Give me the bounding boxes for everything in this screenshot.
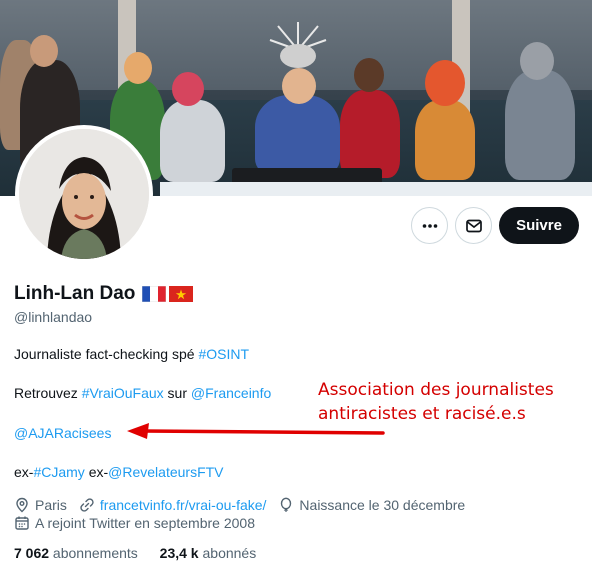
birthday-text: Naissance le 30 décembre (299, 497, 466, 513)
balloon-icon (281, 497, 292, 512)
profile-handle: @linhlandao (14, 309, 93, 325)
bio-text: ex- (14, 464, 34, 480)
avatar-photo (19, 129, 149, 259)
bio-text: Journaliste fact-checking spé (14, 346, 199, 362)
vietnam-flag (169, 286, 194, 302)
followers-link[interactable]: 23,4 k abonnés (160, 545, 257, 561)
bio-text: Retrouvez (14, 385, 82, 401)
banner-platform (160, 182, 592, 196)
hashtag-link[interactable]: #VraiOuFaux (82, 385, 164, 401)
more-button[interactable] (411, 207, 448, 244)
follow-button[interactable]: Suivre (499, 207, 579, 244)
bio-line-3: @AJARacisees (14, 425, 111, 441)
location-icon (16, 497, 28, 513)
banner-head (124, 52, 152, 84)
annotation-text: Association des journalistes antiraciste… (318, 378, 554, 426)
following-label: abonnements (49, 545, 138, 561)
banner-figure (255, 95, 340, 175)
bio-text: sur (163, 385, 191, 401)
mention-link[interactable]: @RevelateursFTV (108, 464, 223, 480)
banner-head (30, 35, 58, 67)
location-text: Paris (35, 497, 67, 513)
followers-count: 23,4 k (159, 545, 199, 561)
banner-head (354, 58, 384, 92)
bio-line-2: Retrouvez #VraiOuFaux sur @Franceinfo (14, 385, 271, 401)
bio-line-4: ex-#CJamy ex-@RevelateursFTV (14, 464, 224, 480)
profile-meta-row: Paris francetvinfo.fr/vrai-ou-fake/ Nais… (14, 497, 465, 513)
profile-avatar[interactable] (15, 125, 153, 263)
banner-figure (340, 90, 400, 178)
following-count: 7 062 (14, 545, 50, 561)
annotation-arrow (127, 423, 385, 439)
followers-label: abonnés (198, 545, 257, 561)
following-link[interactable]: 7 062 abonnements (14, 545, 138, 561)
banner-figure (505, 70, 575, 180)
message-button[interactable] (455, 207, 492, 244)
avatar-portrait (19, 129, 149, 259)
mention-link[interactable]: @AJARacisees (14, 425, 111, 441)
display-name: Linh-Lan Dao (14, 283, 136, 304)
joined-text: A rejoint Twitter en septembre 2008 (35, 515, 255, 531)
link-icon (80, 498, 94, 512)
mention-link[interactable]: @Franceinfo (191, 385, 271, 401)
banner-head (282, 68, 316, 104)
mail-icon (465, 219, 482, 232)
profile-joined-row: A rejoint Twitter en septembre 2008 (14, 515, 255, 531)
annotation-line: Association des journalistes (318, 380, 554, 400)
banner-head (172, 72, 204, 106)
banner-head (425, 60, 465, 106)
banner-figure (415, 100, 475, 180)
crown-headpiece (269, 22, 327, 68)
follow-stats: 7 062 abonnements 23,4 k abonnés (14, 545, 256, 561)
hashtag-link[interactable]: #OSINT (198, 346, 249, 362)
france-flag (142, 285, 167, 303)
profile-name-row: Linh-Lan Dao (14, 283, 194, 305)
banner-head (520, 42, 554, 80)
bio-line-1: Journaliste fact-checking spé #OSINT (14, 346, 249, 362)
bio-text: ex- (84, 464, 109, 480)
calendar-icon (15, 516, 29, 530)
hashtag-link[interactable]: #CJamy (33, 464, 84, 480)
website-link[interactable]: francetvinfo.fr/vrai-ou-fake/ (100, 497, 267, 513)
banner-figure (160, 100, 225, 182)
more-icon (422, 223, 437, 228)
